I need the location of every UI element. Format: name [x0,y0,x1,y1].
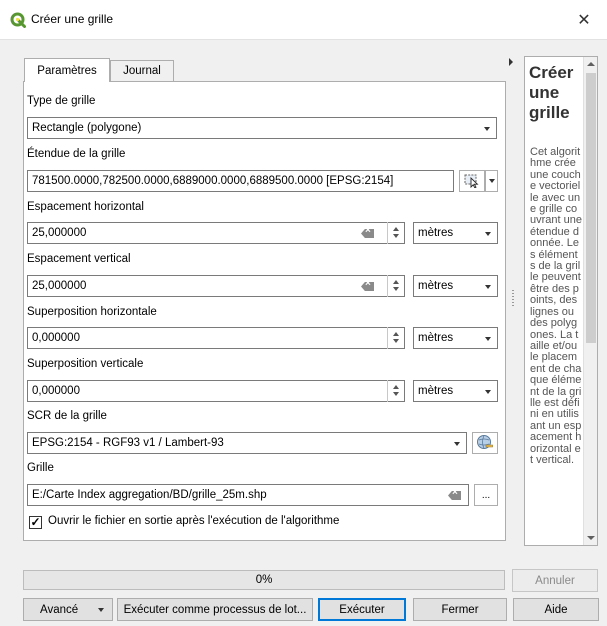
chevron-down-icon[interactable] [393,392,399,396]
extent-input[interactable]: 781500.0000,782500.0000,6889000.0000,688… [27,170,454,192]
splitter-handle[interactable] [512,290,514,308]
batch-process-button[interactable]: Exécuter comme processus de lot... [117,598,313,621]
chevron-down-icon[interactable] [393,287,399,291]
help-panel: Créer une grille Cet algorithme crée une… [524,56,598,546]
v-overlay-input[interactable]: 0,000000 [27,380,405,402]
v-spacing-stepper[interactable] [387,275,404,297]
v-spacing-input[interactable]: 25,000000 [27,275,405,297]
chevron-down-icon [484,127,490,131]
crs-selector-button[interactable] [472,432,498,454]
v-spacing-unit-select[interactable]: mètres [413,275,498,297]
chevron-down-icon[interactable] [393,234,399,238]
h-overlay-label: Superposition horizontale [27,306,157,318]
v-spacing-label: Espacement vertical [27,253,131,265]
browse-button[interactable]: ... [474,484,498,506]
v-overlay-value: 0,000000 [32,385,80,397]
close-window-button[interactable]: ✕ [561,0,607,40]
progress-text: 0% [255,574,273,586]
h-overlay-unit: mètres [418,332,454,344]
h-overlay-value: 0,000000 [32,332,80,344]
grid-type-select[interactable]: Rectangle (polygone) [27,117,497,139]
crs-select[interactable]: EPSG:2154 - RGF93 v1 / Lambert-93 [27,432,467,454]
chevron-up-icon[interactable] [393,280,399,284]
extent-map-select-button[interactable] [459,170,485,192]
v-overlay-stepper[interactable] [387,380,404,402]
chevron-up-icon[interactable] [393,385,399,389]
chevron-up-icon[interactable] [393,227,399,231]
crs-value: EPSG:2154 - RGF93 v1 / Lambert-93 [32,437,224,449]
close-button[interactable]: Fermer [413,598,507,621]
chevron-down-icon [488,179,495,183]
chevron-down-icon[interactable] [393,339,399,343]
extent-label: Étendue de la grille [27,148,126,160]
output-path-value: E:/Carte Index aggregation/BD/grille_25m… [32,489,267,501]
chevron-down-icon [485,285,491,289]
chevron-down-icon [485,337,491,341]
chevron-down-icon [485,390,491,394]
scroll-down-icon[interactable] [587,536,595,540]
help-title: Créer une grille [529,63,574,122]
v-overlay-unit-select[interactable]: mètres [413,380,498,402]
scroll-up-icon[interactable] [587,62,595,66]
run-button[interactable]: Exécuter [318,598,406,621]
chevron-down-icon [98,608,104,612]
h-spacing-unit-select[interactable]: mètres [413,222,498,244]
v-overlay-unit: mètres [418,385,454,397]
v-spacing-unit: mètres [418,280,454,292]
h-spacing-stepper[interactable] [387,222,404,244]
h-spacing-input[interactable]: 25,000000 [27,222,405,244]
qgis-logo-icon [10,12,26,28]
grid-type-label: Type de grille [27,95,96,107]
map-canvas-cursor-icon [464,174,479,188]
extent-options-dropdown[interactable] [485,170,498,192]
chevron-down-icon [454,442,460,446]
h-spacing-unit: mètres [418,227,454,239]
grid-type-value: Rectangle (polygone) [32,122,142,134]
tab-journal[interactable]: Journal [110,60,174,82]
extent-value: 781500.0000,782500.0000,6889000.0000,688… [32,175,394,187]
open-output-label: Ouvrir le fichier en sortie après l'exéc… [48,515,340,527]
open-output-checkbox[interactable]: ✓ [29,516,42,529]
output-path-input[interactable]: E:/Carte Index aggregation/BD/grille_25m… [27,484,469,506]
help-body: Cet algorithme crée une couche vectoriel… [530,147,582,466]
scroll-thumb[interactable] [586,73,596,343]
h-overlay-unit-select[interactable]: mètres [413,327,498,349]
advanced-button[interactable]: Avancé [23,598,113,621]
title-bar: Créer une grille ✕ [0,0,607,40]
h-spacing-label: Espacement horizontal [27,201,144,213]
progress-bar: 0% [23,570,505,590]
chevron-down-icon [485,232,491,236]
help-scrollbar[interactable] [583,57,597,545]
help-button[interactable]: Aide [513,598,599,621]
h-overlay-input[interactable]: 0,000000 [27,327,405,349]
h-spacing-value: 25,000000 [32,227,87,239]
crs-label: SCR de la grille [27,410,107,422]
globe-icon [477,435,493,449]
advanced-label: Avancé [40,603,79,616]
window-title: Créer une grille [31,12,114,26]
v-spacing-value: 25,000000 [32,280,87,292]
tab-parametres[interactable]: Paramètres [24,58,110,82]
cancel-button[interactable]: Annuler [512,569,598,592]
output-label: Grille [27,462,54,474]
h-overlay-stepper[interactable] [387,327,404,349]
v-overlay-label: Superposition verticale [27,358,144,370]
collapse-help-arrow-icon[interactable] [509,58,513,66]
chevron-up-icon[interactable] [393,332,399,336]
